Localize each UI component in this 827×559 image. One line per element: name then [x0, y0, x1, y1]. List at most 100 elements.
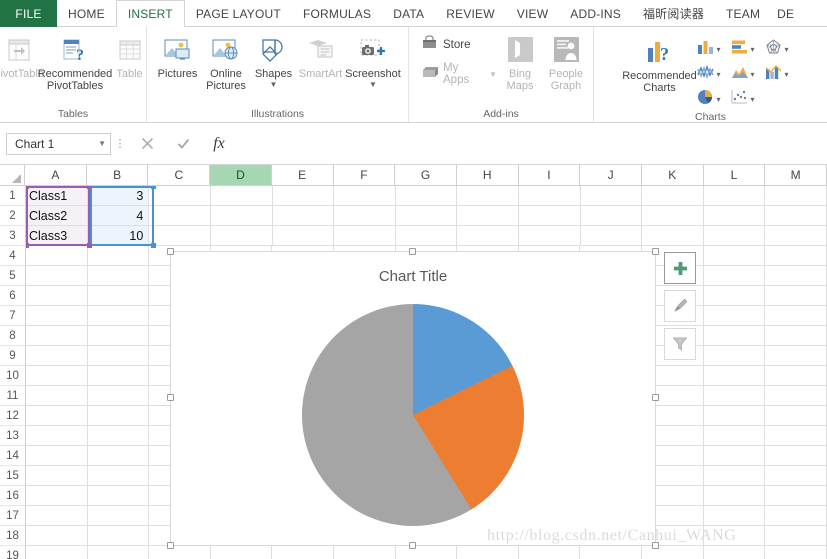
- cell-g19[interactable]: [396, 546, 458, 559]
- chart-resize-handle-tc[interactable]: [409, 248, 416, 255]
- cell-a1[interactable]: Class1: [26, 186, 88, 206]
- cell-m4[interactable]: [765, 246, 827, 266]
- chart-title[interactable]: Chart Title: [171, 268, 655, 285]
- tab-foxit-reader[interactable]: 福昕阅读器: [632, 0, 715, 27]
- cell-a8[interactable]: [26, 326, 88, 346]
- cell-e1[interactable]: [272, 186, 335, 206]
- screenshot-button[interactable]: Screenshot ▼: [345, 31, 402, 89]
- insert-column-chart-button[interactable]: ▾: [696, 37, 730, 60]
- column-header-m[interactable]: M: [765, 165, 827, 186]
- insert-function-button[interactable]: fx: [201, 133, 237, 155]
- shapes-button[interactable]: Shapes ▼: [251, 31, 297, 89]
- select-all-corner[interactable]: [0, 165, 26, 186]
- chart-resize-handle-tl[interactable]: [167, 248, 174, 255]
- cell-b18[interactable]: [87, 526, 150, 546]
- chart-resize-handle-br[interactable]: [652, 542, 659, 549]
- cell-b2[interactable]: 4: [87, 206, 150, 226]
- row-header-7[interactable]: 7: [0, 306, 26, 326]
- cell-b8[interactable]: [87, 326, 150, 346]
- cell-a11[interactable]: [26, 386, 88, 406]
- pie-chart-plot[interactable]: [302, 304, 524, 526]
- tab-file[interactable]: FILE: [0, 0, 57, 27]
- cell-l16[interactable]: [703, 486, 766, 506]
- cell-f2[interactable]: [334, 206, 396, 226]
- cell-a2[interactable]: Class2: [26, 206, 88, 226]
- insert-line-chart-button[interactable]: ▾: [696, 62, 730, 85]
- cell-l15[interactable]: [703, 466, 766, 486]
- row-header-4[interactable]: 4: [0, 246, 26, 266]
- cell-j19[interactable]: [580, 546, 643, 559]
- store-button[interactable]: Store: [421, 35, 497, 55]
- cell-m18[interactable]: [765, 526, 827, 546]
- cell-b14[interactable]: [87, 446, 150, 466]
- cell-l8[interactable]: [703, 326, 766, 346]
- cell-m8[interactable]: [765, 326, 827, 346]
- column-chart-chevron-down-icon[interactable]: ▾: [717, 45, 721, 53]
- chart-styles-button[interactable]: [664, 290, 696, 322]
- row-header-6[interactable]: 6: [0, 286, 26, 306]
- cell-l18[interactable]: [703, 526, 766, 546]
- combo-chart-chevron-down-icon[interactable]: ▾: [785, 70, 789, 78]
- cell-l17[interactable]: [703, 506, 766, 526]
- confirm-entry-button[interactable]: [165, 133, 201, 155]
- insert-combo-chart-button[interactable]: ▾: [764, 62, 798, 85]
- cell-b5[interactable]: [87, 266, 150, 286]
- selection-handle-cat-br[interactable]: [87, 243, 92, 248]
- row-header-16[interactable]: 16: [0, 486, 26, 506]
- cell-f3[interactable]: [334, 226, 396, 246]
- cell-m6[interactable]: [765, 286, 827, 306]
- tab-page-layout[interactable]: PAGE LAYOUT: [185, 0, 292, 27]
- cell-g1[interactable]: [395, 186, 458, 206]
- cell-k2[interactable]: [642, 206, 704, 226]
- selection-handle-val-br[interactable]: [151, 243, 156, 248]
- chart-resize-handle-tr[interactable]: [652, 248, 659, 255]
- cell-b17[interactable]: [87, 506, 150, 526]
- row-header-14[interactable]: 14: [0, 446, 26, 466]
- cell-a13[interactable]: [26, 426, 88, 446]
- insert-area-chart-button[interactable]: ▾: [730, 62, 764, 85]
- tab-developer[interactable]: DE: [771, 0, 800, 27]
- cell-h3[interactable]: [457, 226, 519, 246]
- cell-j3[interactable]: [580, 226, 643, 246]
- row-header-2[interactable]: 2: [0, 206, 26, 226]
- tab-add-ins[interactable]: ADD-INS: [559, 0, 632, 27]
- cell-m9[interactable]: [765, 346, 827, 366]
- cell-g3[interactable]: [395, 226, 458, 246]
- row-header-15[interactable]: 15: [0, 466, 26, 486]
- cell-j1[interactable]: [580, 186, 643, 206]
- cell-b3[interactable]: 10: [87, 226, 150, 246]
- selection-handle-cat-tl[interactable]: [26, 186, 29, 189]
- area-chart-chevron-down-icon[interactable]: ▾: [751, 70, 755, 78]
- insert-scatter-chart-button[interactable]: ▾: [730, 87, 764, 110]
- pie-chart-chevron-down-icon[interactable]: ▾: [717, 95, 721, 103]
- cell-l4[interactable]: [703, 246, 766, 266]
- cell-a4[interactable]: [26, 246, 88, 266]
- cell-d1[interactable]: [210, 186, 273, 206]
- cell-m5[interactable]: [765, 266, 827, 286]
- cell-a3[interactable]: Class3: [26, 226, 88, 246]
- cell-e19[interactable]: [272, 546, 335, 559]
- tab-formulas[interactable]: FORMULAS: [292, 0, 382, 27]
- cell-l1[interactable]: [703, 186, 766, 206]
- cell-a17[interactable]: [26, 506, 88, 526]
- chart-filters-button[interactable]: [664, 328, 696, 360]
- cell-a7[interactable]: [26, 306, 88, 326]
- cell-a10[interactable]: [26, 366, 88, 386]
- cell-a19[interactable]: [26, 546, 88, 559]
- insert-bar-chart-button[interactable]: ▾: [730, 37, 764, 60]
- cell-h19[interactable]: [457, 546, 519, 559]
- pictures-button[interactable]: Pictures: [154, 31, 202, 80]
- cell-i19[interactable]: [519, 546, 581, 559]
- cell-b10[interactable]: [87, 366, 150, 386]
- chart-object[interactable]: Chart Title: [170, 251, 656, 546]
- cell-l2[interactable]: [703, 206, 766, 226]
- cell-k3[interactable]: [642, 226, 704, 246]
- cell-l12[interactable]: [703, 406, 766, 426]
- cell-m10[interactable]: [765, 366, 827, 386]
- column-header-i[interactable]: I: [518, 165, 581, 186]
- my-apps-button[interactable]: My Apps ▼: [421, 62, 497, 86]
- selection-handle-cat-tr[interactable]: [87, 186, 92, 189]
- cell-l11[interactable]: [703, 386, 766, 406]
- cell-b11[interactable]: [87, 386, 150, 406]
- cell-l3[interactable]: [703, 226, 766, 246]
